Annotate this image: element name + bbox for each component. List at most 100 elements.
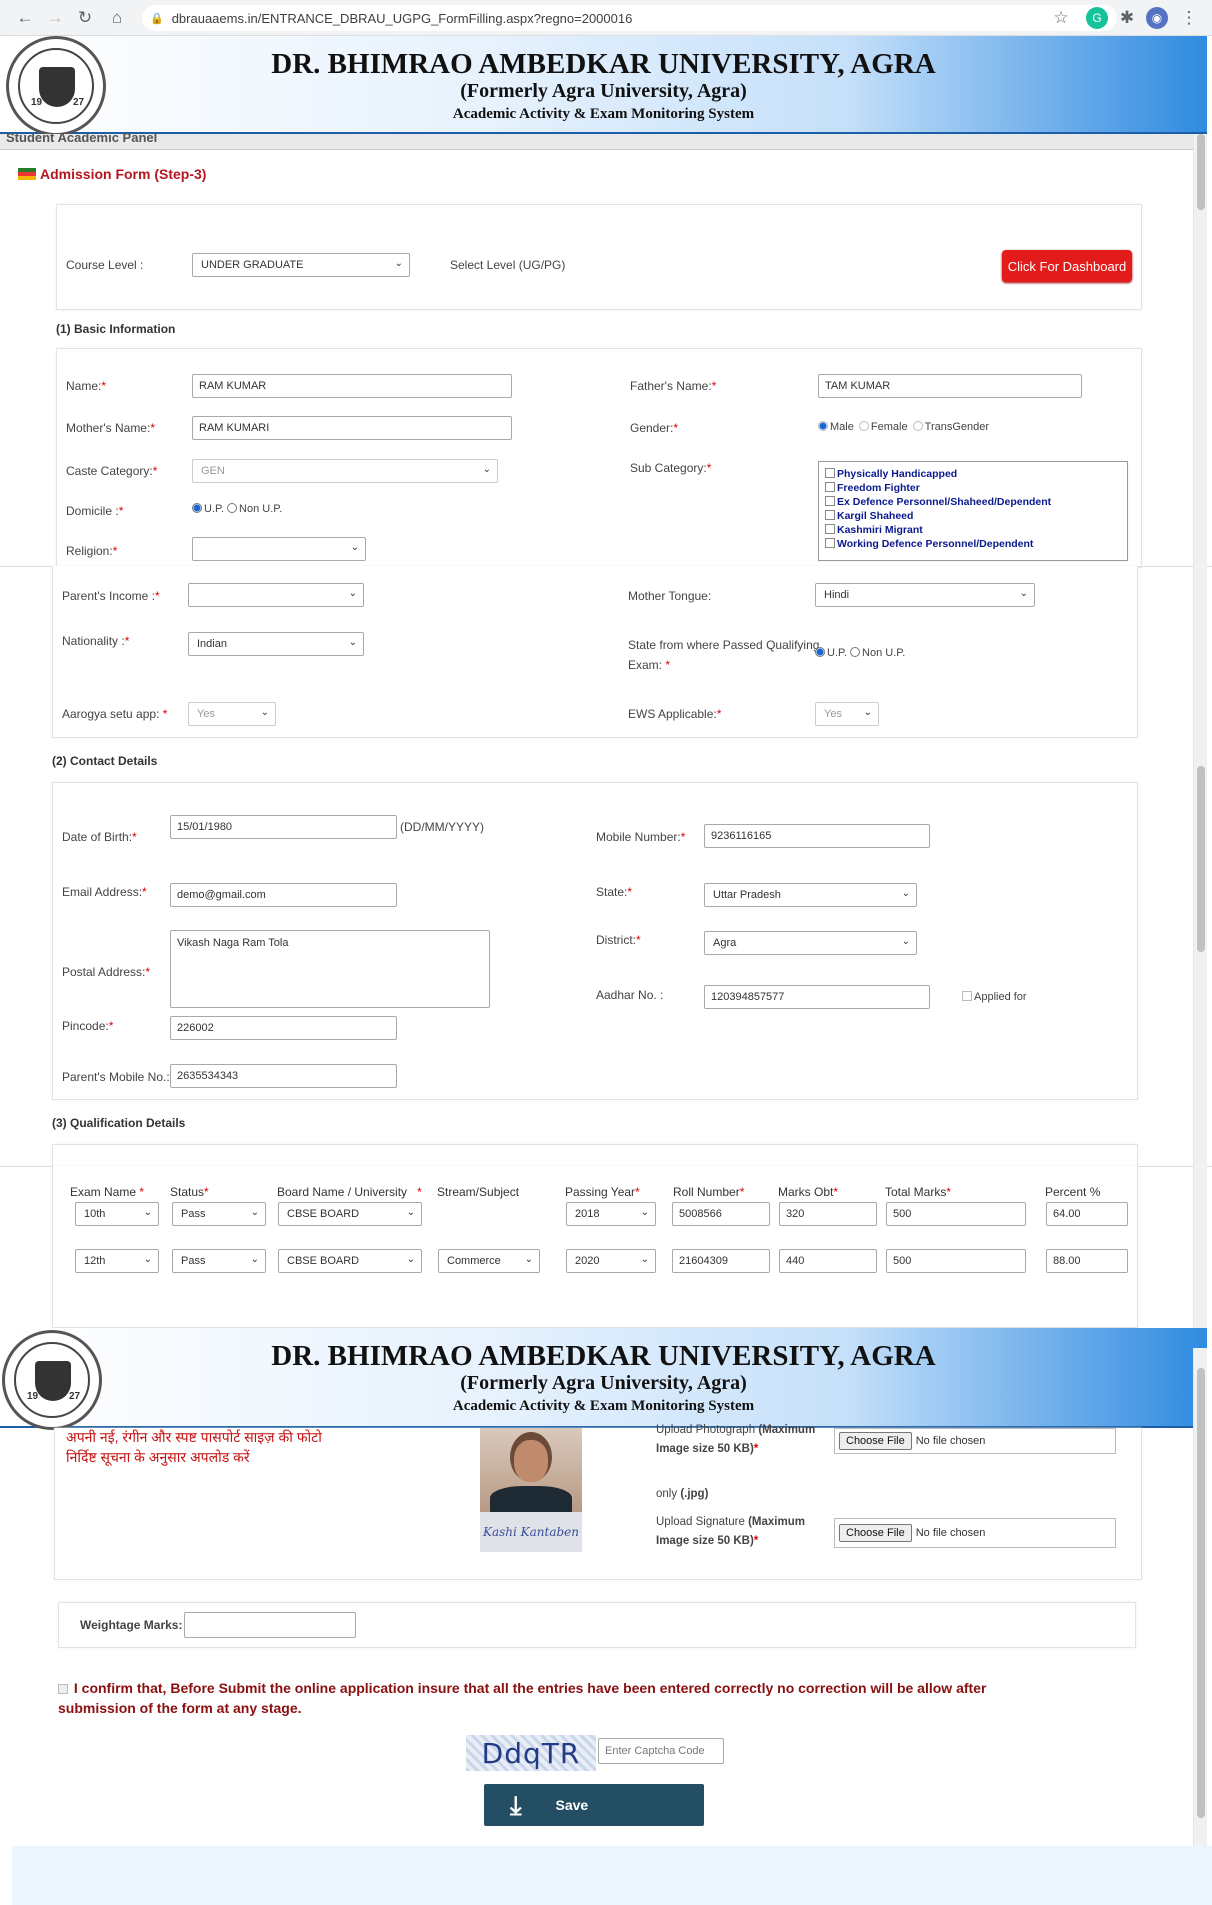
panel-title: Student Academic Panel bbox=[6, 130, 158, 145]
district-select[interactable]: Agra ⌄ bbox=[704, 931, 917, 955]
col-board: Board Name / University * bbox=[277, 1185, 422, 1199]
gender-female-radio[interactable] bbox=[858, 421, 869, 431]
menu-dots-icon[interactable]: ⋮ bbox=[1176, 5, 1202, 31]
row2-stream-select[interactable]: Commerce ⌄ bbox=[438, 1249, 540, 1273]
parent-mobile-input[interactable]: 2635534343 bbox=[170, 1064, 397, 1088]
caste-label: Caste Category:* bbox=[66, 464, 158, 478]
email-label: Email Address:* bbox=[62, 885, 147, 899]
confirm-checkbox[interactable] bbox=[58, 1684, 68, 1694]
system-name-repeat: Academic Activity & Exam Monitoring Syst… bbox=[452, 1398, 755, 1414]
panel-title-bar: Student Academic Panel bbox=[0, 130, 1195, 150]
captcha-image: DdqTR bbox=[466, 1735, 596, 1771]
ews-select[interactable]: Yes ⌄ bbox=[815, 702, 879, 726]
row2-board-select[interactable]: CBSE BOARD ⌄ bbox=[278, 1249, 422, 1273]
home-icon[interactable]: ⌂ bbox=[104, 5, 130, 31]
row2-year-select[interactable]: 2020 ⌄ bbox=[566, 1249, 656, 1273]
dashboard-button[interactable]: Click For Dashboard bbox=[1002, 250, 1132, 282]
state-up-radio[interactable] bbox=[815, 647, 825, 657]
forward-arrow-icon[interactable]: → bbox=[42, 5, 68, 31]
photo-hindi-instruction-2: निर्दिष्ट सूचना के अनुसार अपलोड करें bbox=[66, 1449, 250, 1465]
domicile-nonup-radio[interactable] bbox=[227, 503, 238, 513]
subcat-freedom-fighter[interactable]: Freedom Fighter bbox=[825, 482, 920, 494]
row2-roll-input[interactable]: 21604309 bbox=[672, 1249, 770, 1273]
mother-name-input[interactable]: RAM KUMARI bbox=[192, 416, 512, 440]
row1-board-select[interactable]: CBSE BOARD ⌄ bbox=[278, 1202, 422, 1226]
form-icon bbox=[18, 168, 36, 180]
row2-total-input[interactable]: 500 bbox=[886, 1249, 1026, 1273]
mother-name-label: Mother's Name:* bbox=[66, 421, 155, 435]
row2-exam-select[interactable]: 12th ⌄ bbox=[75, 1249, 159, 1273]
chevron-down-icon: ⌄ bbox=[863, 707, 872, 718]
subcat-kargil-shaheed[interactable]: Kargil Shaheed bbox=[825, 510, 913, 522]
row1-status-select[interactable]: Pass ⌄ bbox=[172, 1202, 266, 1226]
grammarly-extension-icon[interactable]: G bbox=[1086, 7, 1108, 29]
row1-year-select[interactable]: 2018 ⌄ bbox=[566, 1202, 656, 1226]
chevron-down-icon: ⌄ bbox=[394, 258, 403, 269]
postal-address-textarea[interactable]: Vikash Naga Ram Tola bbox=[170, 930, 490, 1008]
row2-marks-obt-input[interactable]: 440 bbox=[779, 1249, 877, 1273]
signature-choose-file-button[interactable]: Choose File bbox=[839, 1524, 912, 1542]
mother-tongue-select[interactable]: Hindi ⌄ bbox=[815, 583, 1035, 607]
signature-file-input[interactable]: Choose File No file chosen bbox=[834, 1518, 1116, 1548]
parent-income-select[interactable]: ⌄ bbox=[188, 583, 364, 607]
scrollbar-3[interactable] bbox=[1193, 1166, 1207, 1328]
gender-male-radio[interactable] bbox=[818, 421, 828, 431]
university-header: DR. BHIMRAO AMBEDKAR UNIVERSITY, AGRA (F… bbox=[0, 36, 1207, 134]
scrollbar-1[interactable] bbox=[1193, 134, 1207, 566]
row1-percent-input[interactable]: 64.00 bbox=[1046, 1202, 1128, 1226]
state-nonup-radio[interactable] bbox=[850, 647, 861, 657]
subcat-kashmiri-migrant[interactable]: Kashmiri Migrant bbox=[825, 524, 923, 536]
subcat-working-defence[interactable]: Working Defence Personnel/Dependent bbox=[825, 538, 1033, 550]
chevron-down-icon: ⌄ bbox=[524, 1254, 533, 1265]
scrollbar-2[interactable] bbox=[1193, 566, 1207, 1166]
row2-status-select[interactable]: Pass ⌄ bbox=[172, 1249, 266, 1273]
dob-input[interactable]: 15/01/1980 bbox=[170, 815, 397, 839]
mobile-input[interactable]: 9236116165 bbox=[704, 824, 930, 848]
subcat-physically-handicapped[interactable]: Physically Handicapped bbox=[825, 468, 957, 480]
parent-income-label: Parent's Income :* bbox=[62, 589, 160, 603]
col-exam-name: Exam Name * bbox=[70, 1185, 145, 1199]
row1-marks-obt-input[interactable]: 320 bbox=[779, 1202, 877, 1226]
aarogya-select[interactable]: Yes ⌄ bbox=[188, 702, 276, 726]
profile-avatar-icon[interactable]: ◉ bbox=[1146, 7, 1168, 29]
email-input[interactable]: demo@gmail.com bbox=[170, 883, 397, 907]
row1-total-input[interactable]: 500 bbox=[886, 1202, 1026, 1226]
chevron-down-icon: ⌄ bbox=[143, 1207, 152, 1218]
col-passing-year: Passing Year* bbox=[565, 1185, 640, 1199]
applied-for-checkbox[interactable]: Applied for bbox=[962, 991, 1027, 1003]
star-icon[interactable]: ☆ bbox=[1048, 5, 1074, 31]
save-button[interactable]: ⤓ Save bbox=[484, 1784, 704, 1826]
chevron-down-icon: ⌄ bbox=[1019, 588, 1028, 599]
photo-file-input[interactable]: Choose File No file chosen bbox=[834, 1428, 1116, 1454]
basic-info-title: (1) Basic Information bbox=[56, 322, 176, 336]
photo-choose-file-button[interactable]: Choose File bbox=[839, 1432, 912, 1450]
address-bar[interactable]: 🔒 dbrauaaems.in/ENTRANCE_DBRAU_UGPG_Form… bbox=[142, 5, 1117, 31]
nationality-select[interactable]: Indian ⌄ bbox=[188, 632, 364, 656]
father-name-input[interactable]: TAM KUMAR bbox=[818, 374, 1082, 398]
row2-percent-input[interactable]: 88.00 bbox=[1046, 1249, 1128, 1273]
weightage-label: Weightage Marks: bbox=[80, 1618, 183, 1632]
chevron-down-icon: ⌄ bbox=[260, 707, 269, 718]
captcha-input[interactable]: Enter Captcha Code bbox=[598, 1738, 724, 1764]
back-arrow-icon[interactable]: ← bbox=[12, 5, 38, 31]
pincode-input[interactable]: 226002 bbox=[170, 1016, 397, 1040]
subcat-ex-defence[interactable]: Ex Defence Personnel/Shaheed/Dependent bbox=[825, 496, 1051, 508]
gender-trans-radio[interactable] bbox=[912, 421, 923, 431]
name-input[interactable]: RAM KUMAR bbox=[192, 374, 512, 398]
aadhar-input[interactable]: 120394857577 bbox=[704, 985, 930, 1009]
mobile-label: Mobile Number:* bbox=[596, 830, 686, 844]
course-level-select[interactable]: UNDER GRADUATE ⌄ bbox=[192, 253, 410, 277]
row1-roll-input[interactable]: 5008566 bbox=[672, 1202, 770, 1226]
qualification-box-top bbox=[52, 1144, 1138, 1166]
weightage-input[interactable] bbox=[184, 1612, 356, 1638]
reload-icon[interactable]: ↻ bbox=[72, 5, 98, 31]
row1-exam-select[interactable]: 10th ⌄ bbox=[75, 1202, 159, 1226]
caste-select[interactable]: GEN ⌄ bbox=[192, 459, 498, 483]
extensions-puzzle-icon[interactable]: ✱ bbox=[1114, 5, 1140, 31]
state-select[interactable]: Uttar Pradesh ⌄ bbox=[704, 883, 917, 907]
domicile-up-radio[interactable] bbox=[192, 503, 202, 513]
sub-category-list: Physically Handicapped Freedom Fighter E… bbox=[818, 461, 1128, 561]
scrollbar-4[interactable] bbox=[1193, 1348, 1207, 1846]
religion-select[interactable]: ⌄ bbox=[192, 537, 366, 561]
chevron-down-icon: ⌄ bbox=[406, 1254, 415, 1265]
